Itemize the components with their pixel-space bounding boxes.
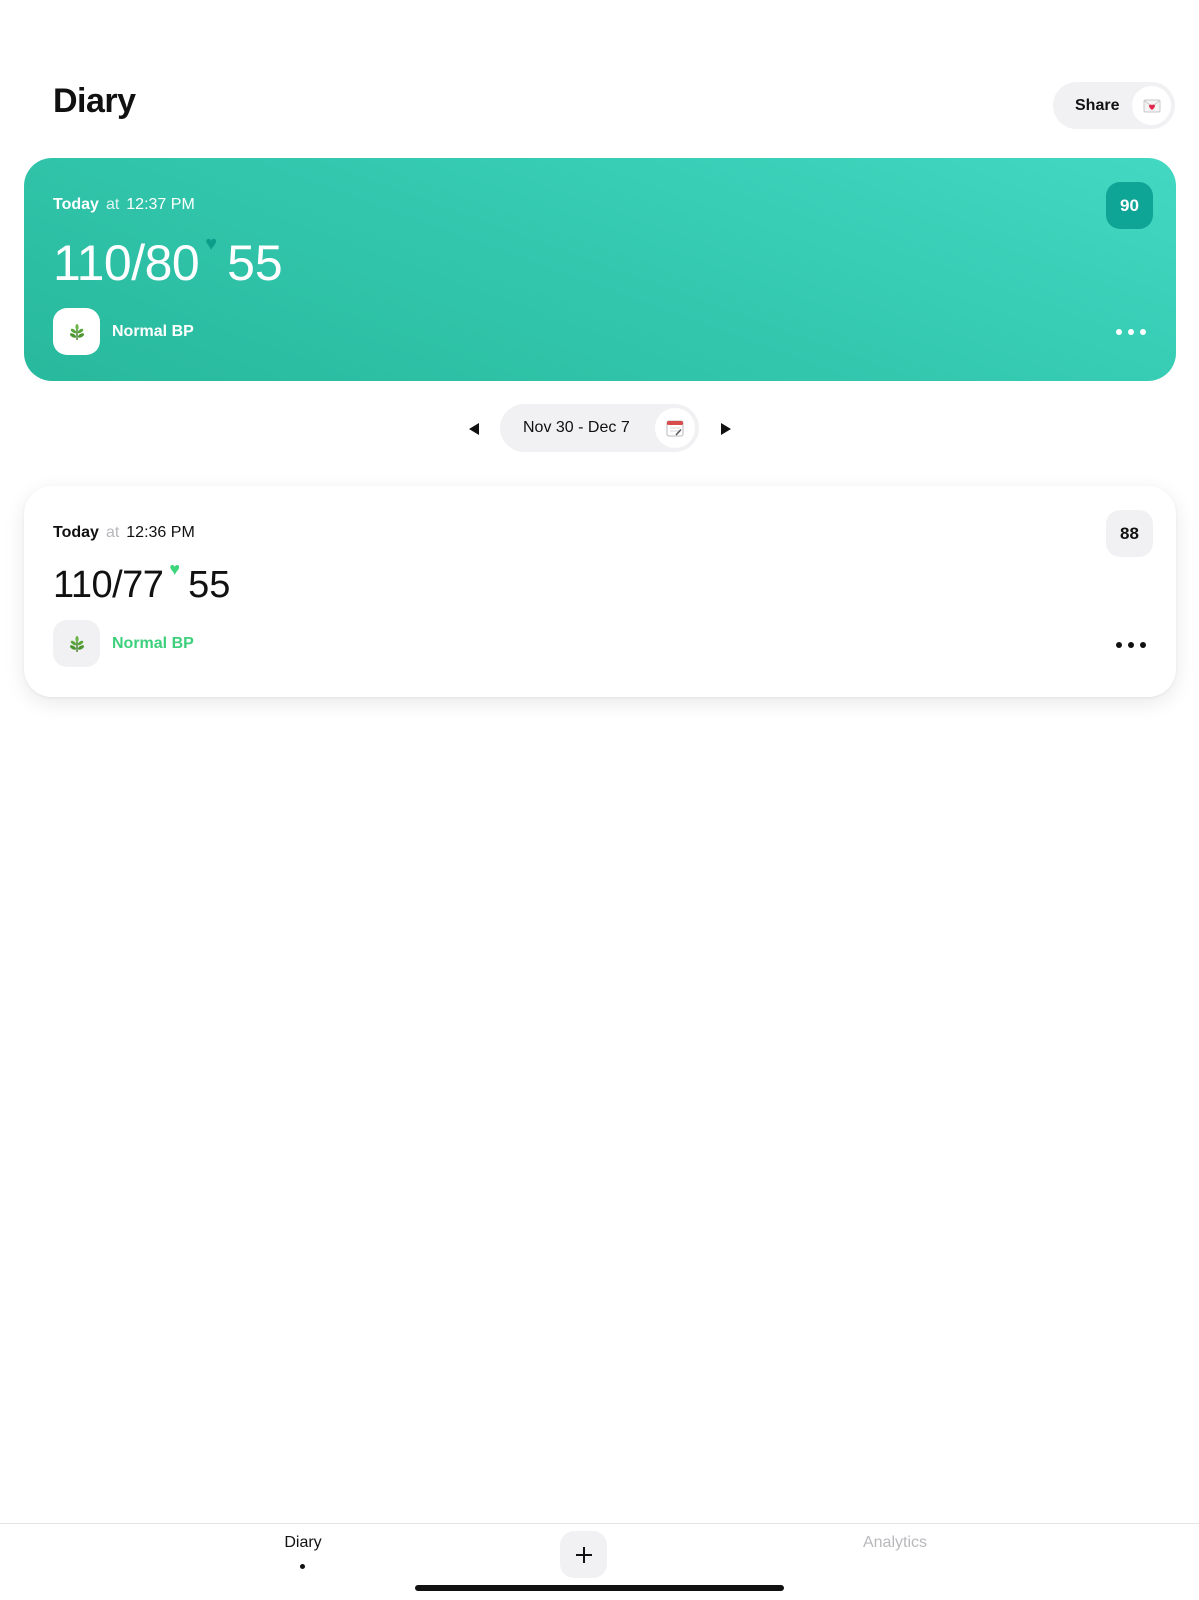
entry-day: Today bbox=[53, 196, 99, 213]
entry-time: 12:37 PM bbox=[126, 196, 195, 213]
plus-icon bbox=[575, 1546, 592, 1563]
entry-timestamp: Today at 12:37 PM bbox=[53, 196, 195, 214]
tab-diary[interactable]: Diary bbox=[270, 1534, 336, 1552]
add-entry-button[interactable] bbox=[560, 1531, 607, 1578]
bp-status: Normal BP bbox=[53, 308, 194, 355]
heart-rate-value: 55 bbox=[227, 235, 283, 291]
page-title: Diary bbox=[53, 82, 136, 120]
more-options-button[interactable] bbox=[1116, 642, 1146, 648]
heart-icon: ♥ bbox=[205, 233, 218, 255]
calendar-icon[interactable] bbox=[655, 408, 695, 448]
tab-analytics[interactable]: Analytics bbox=[852, 1534, 938, 1552]
heart-rate-value: 55 bbox=[188, 564, 231, 606]
entry-at: at bbox=[105, 196, 120, 213]
date-range-label: Nov 30 - Dec 7 bbox=[523, 419, 630, 436]
more-options-button[interactable] bbox=[1116, 329, 1146, 335]
home-indicator bbox=[415, 1585, 784, 1591]
diary-screen: Diary Share Today at 12:37 PM 90 110/80 … bbox=[0, 0, 1199, 1600]
envelope-heart-icon bbox=[1132, 86, 1171, 125]
more-dot bbox=[1116, 642, 1122, 648]
entry-at: at bbox=[105, 524, 120, 541]
more-dot bbox=[1140, 642, 1146, 648]
entry-timestamp: Today at 12:36 PM bbox=[53, 524, 195, 542]
date-range-pill[interactable]: Nov 30 - Dec 7 bbox=[500, 404, 699, 452]
active-tab-indicator bbox=[300, 1564, 305, 1569]
entry-time: 12:36 PM bbox=[126, 524, 195, 541]
pulse-badge: 90 bbox=[1106, 182, 1153, 229]
more-dot bbox=[1116, 329, 1122, 335]
more-dot bbox=[1140, 329, 1146, 335]
bp-value: 110/80 bbox=[53, 235, 200, 291]
tab-bar: Diary Analytics bbox=[0, 1523, 1199, 1600]
bp-status-label: Normal BP bbox=[112, 322, 194, 340]
heart-icon: ♥ bbox=[169, 559, 181, 579]
share-label: Share bbox=[1075, 96, 1120, 114]
share-button[interactable]: Share bbox=[1053, 82, 1175, 129]
more-dot bbox=[1128, 642, 1134, 648]
leaf-icon bbox=[53, 620, 100, 667]
bp-status: Normal BP bbox=[53, 620, 194, 667]
entry-card[interactable]: Today at 12:36 PM 88 110/77 ♥ 55 Normal … bbox=[24, 486, 1176, 697]
triangle-right-icon bbox=[721, 423, 731, 435]
bp-status-label: Normal BP bbox=[112, 634, 194, 652]
previous-range-button[interactable] bbox=[463, 418, 485, 440]
bp-reading: 110/77 ♥ 55 bbox=[53, 560, 231, 606]
entry-day: Today bbox=[53, 524, 99, 541]
entry-card-latest[interactable]: Today at 12:37 PM 90 110/80 ♥ 55 Normal … bbox=[24, 158, 1176, 381]
bp-value: 110/77 bbox=[53, 564, 164, 606]
bp-reading: 110/80 ♥ 55 bbox=[53, 234, 283, 291]
leaf-icon bbox=[53, 308, 100, 355]
triangle-left-icon bbox=[469, 423, 479, 435]
more-dot bbox=[1128, 329, 1134, 335]
pulse-badge: 88 bbox=[1106, 510, 1153, 557]
next-range-button[interactable] bbox=[715, 418, 737, 440]
